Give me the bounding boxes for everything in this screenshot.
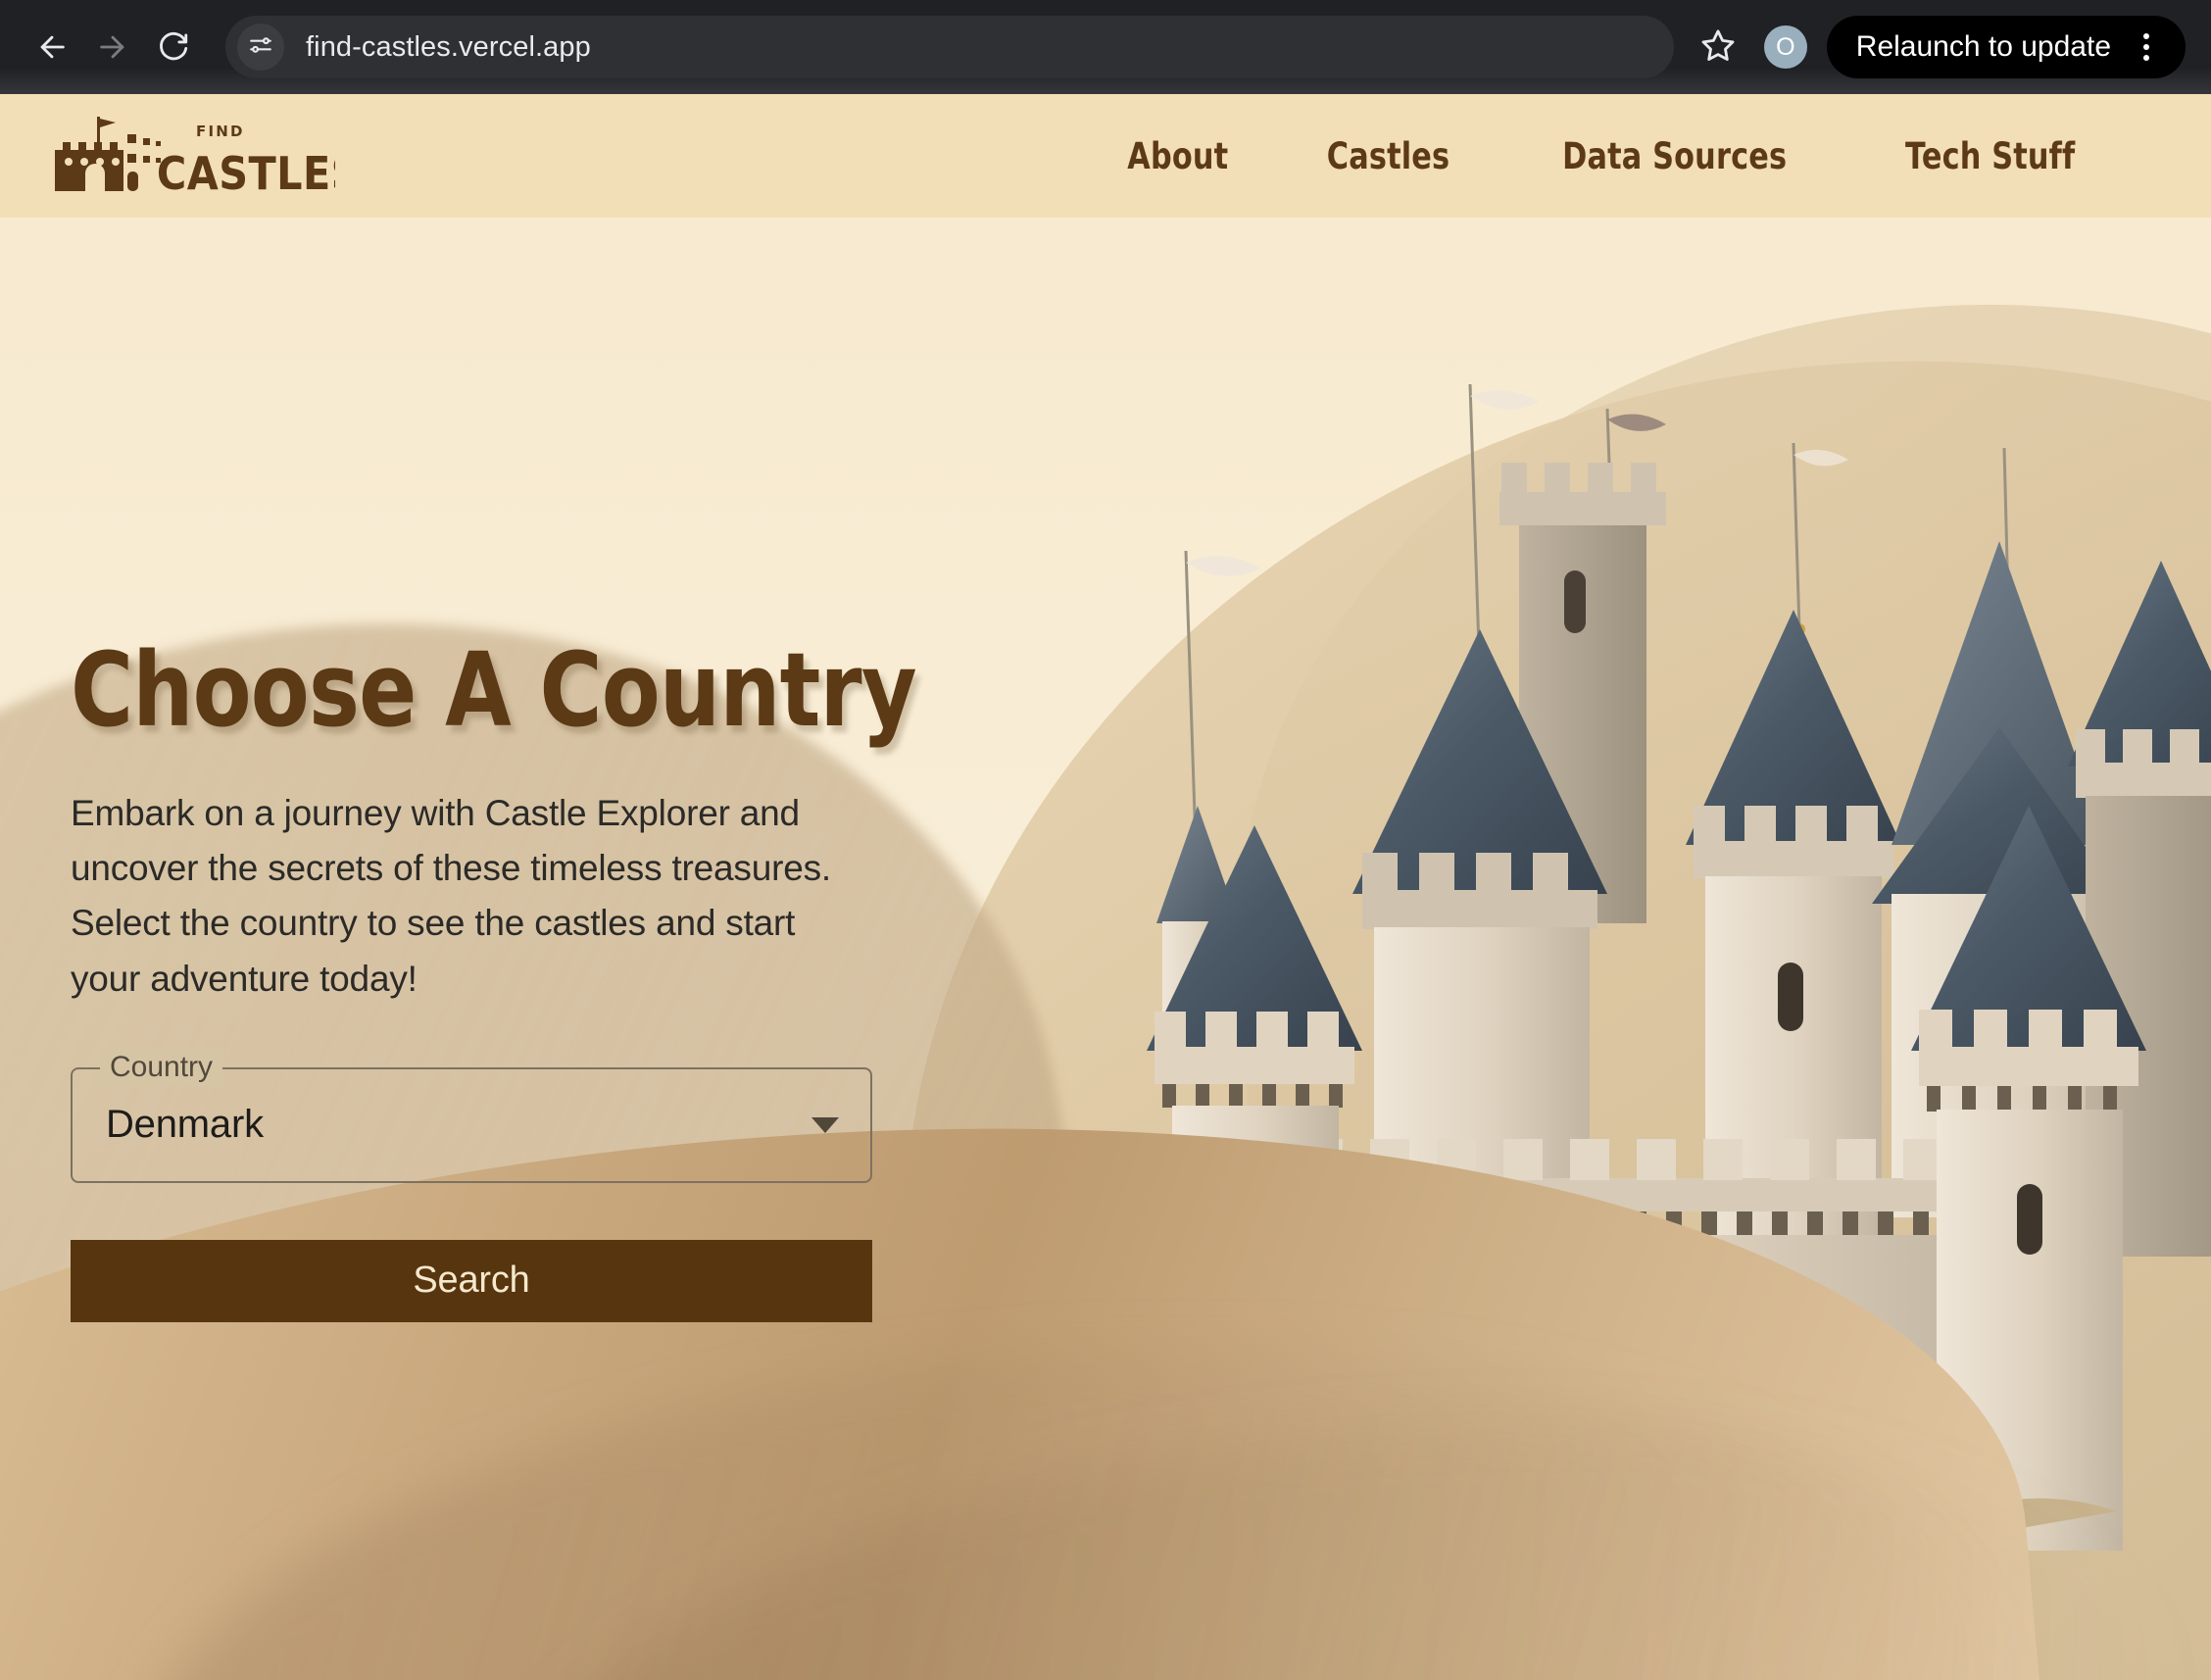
- hero-content: Choose A Country Embark on a journey wit…: [71, 639, 933, 1322]
- site-header: FIND CASTLES About Castles Data Sources …: [0, 94, 2211, 218]
- page-title: Choose A Country: [71, 630, 917, 750]
- main-navigation: About Castles Data Sources Tech Stuff: [1079, 135, 2211, 177]
- tune-sliders-icon: [248, 32, 273, 63]
- profile-avatar[interactable]: O: [1763, 25, 1807, 69]
- relaunch-to-update-button[interactable]: Relaunch to update: [1826, 16, 2186, 78]
- browser-toolbar: find-castles.vercel.app O Relaunch to up…: [0, 0, 2211, 94]
- back-arrow-icon: [35, 30, 69, 64]
- forward-arrow-icon: [96, 30, 129, 64]
- site-logo[interactable]: FIND CASTLES: [41, 111, 335, 201]
- chevron-down-icon[interactable]: [811, 1116, 839, 1133]
- reload-button[interactable]: [143, 17, 204, 77]
- search-button[interactable]: Search: [71, 1239, 872, 1322]
- page-viewport: FIND CASTLES About Castles Data Sources …: [0, 94, 2211, 1680]
- hero-section: Choose A Country Embark on a journey wit…: [0, 218, 2211, 1680]
- site-settings-button[interactable]: [237, 24, 284, 71]
- kebab-menu-icon[interactable]: [2125, 20, 2168, 74]
- star-icon: [1700, 27, 1736, 68]
- nav-item-about[interactable]: About: [1097, 135, 1258, 177]
- back-button[interactable]: [22, 17, 82, 77]
- castle-logo-icon: FIND CASTLES: [41, 111, 335, 201]
- url-text: find-castles.vercel.app: [306, 30, 591, 63]
- bookmark-button[interactable]: [1688, 17, 1748, 77]
- nav-item-tech-stuff[interactable]: Tech Stuff: [1874, 135, 2105, 177]
- logo-castles-text: CASTLES: [157, 148, 335, 201]
- forward-button[interactable]: [82, 17, 143, 77]
- relaunch-label: Relaunch to update: [1855, 30, 2111, 63]
- country-select[interactable]: Denmark Country: [71, 1048, 872, 1183]
- nav-item-castles[interactable]: Castles: [1297, 135, 1481, 177]
- country-select-label: Country: [100, 1048, 223, 1086]
- reload-icon: [157, 30, 190, 64]
- hero-subtitle: Embark on a journey with Castle Explorer…: [71, 793, 831, 999]
- logo-find-text: FIND: [196, 123, 245, 140]
- country-select-value: Denmark: [106, 1103, 264, 1147]
- address-bar[interactable]: find-castles.vercel.app: [225, 16, 1674, 78]
- nav-item-data-sources[interactable]: Data Sources: [1532, 135, 1817, 177]
